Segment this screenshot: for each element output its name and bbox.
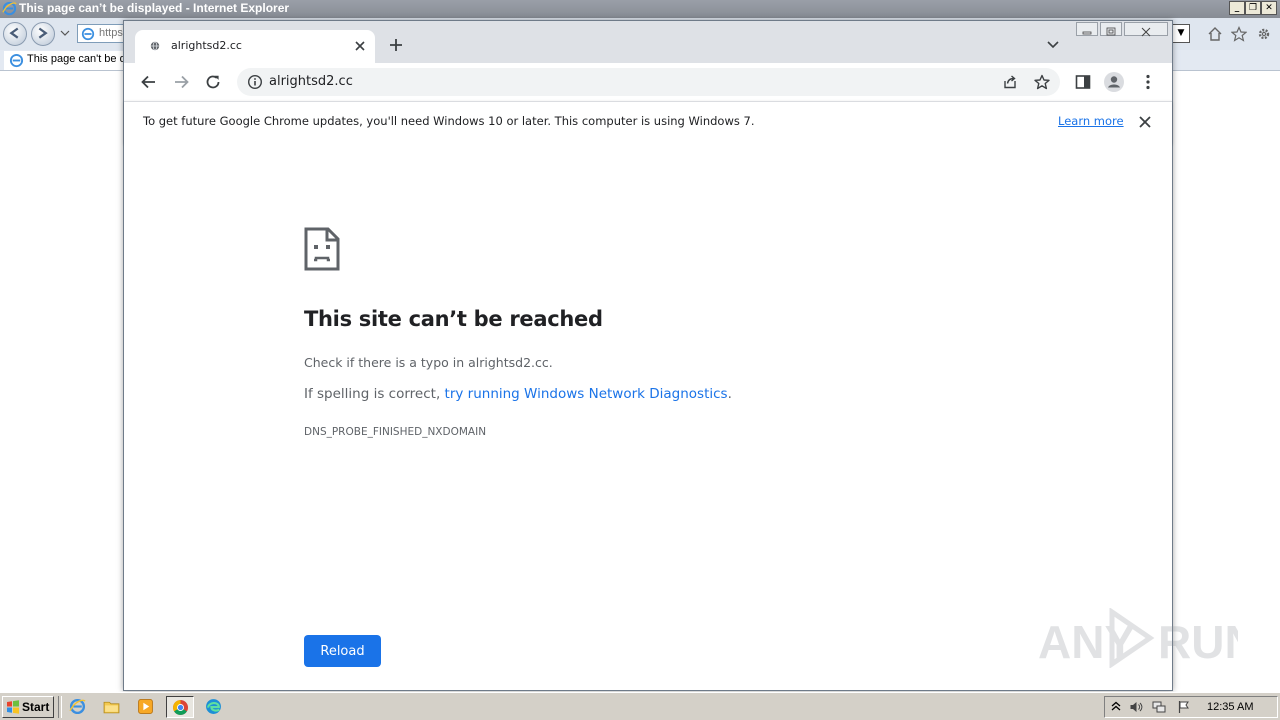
taskbar-separator xyxy=(58,696,62,718)
show-hidden-icons-icon[interactable] xyxy=(1109,700,1123,714)
error-diagnostics-hint: If spelling is correct, try running Wind… xyxy=(304,386,732,402)
media-player-icon xyxy=(138,699,153,714)
explorer-folder-icon xyxy=(103,701,120,714)
ie-logo-icon xyxy=(2,1,17,16)
close-icon[interactable] xyxy=(352,38,368,54)
taskbar-chrome-button[interactable] xyxy=(166,696,194,718)
ie-page-icon xyxy=(81,27,95,41)
network-icon[interactable] xyxy=(1152,700,1166,714)
chrome-toolbar: alrightsd2.cc xyxy=(124,63,1172,101)
start-label: Start xyxy=(22,700,50,714)
watermark-text-right: RUN xyxy=(1158,616,1238,668)
error-code: DNS_PROBE_FINISHED_NXDOMAIN xyxy=(304,426,487,438)
ie-restore-button[interactable]: ❐ xyxy=(1245,1,1261,15)
diagnostics-prefix: If spelling is correct, xyxy=(304,386,445,402)
error-title: This site can’t be reached xyxy=(304,307,603,331)
reload-button[interactable]: Reload xyxy=(304,635,381,667)
side-panel-icon[interactable] xyxy=(1074,73,1092,91)
taskbar: Start 12:35 AM xyxy=(0,692,1280,720)
ie-tools-gear-icon[interactable] xyxy=(1256,26,1272,42)
chrome-close-window-button[interactable] xyxy=(1124,22,1168,37)
ie-tab-favicon-icon xyxy=(9,53,24,68)
taskbar-explorer-button[interactable] xyxy=(98,696,126,718)
close-window-icon xyxy=(1141,27,1151,37)
omnibox[interactable]: alrightsd2.cc xyxy=(237,68,1060,96)
edge-icon xyxy=(206,699,221,714)
taskbar-media-player-button[interactable] xyxy=(132,696,160,718)
profile-avatar-icon[interactable] xyxy=(1103,71,1125,93)
diagnostics-suffix: . xyxy=(727,386,732,402)
back-arrow-icon[interactable] xyxy=(140,73,158,91)
chrome-minimize-button[interactable] xyxy=(1076,22,1098,36)
taskbar-ie-button[interactable] xyxy=(64,696,92,718)
tab-search-chevron-down-icon[interactable] xyxy=(1046,39,1060,51)
ie-home-icon[interactable] xyxy=(1207,26,1223,42)
more-menu-kebab-icon[interactable] xyxy=(1139,73,1157,91)
omnibox-url[interactable]: alrightsd2.cc xyxy=(269,74,353,89)
start-button[interactable]: Start xyxy=(2,696,54,718)
volume-icon[interactable] xyxy=(1129,700,1143,714)
ie-icon xyxy=(69,698,86,715)
new-tab-plus-icon[interactable] xyxy=(388,37,404,53)
ie-address-text: https xyxy=(99,27,123,39)
chrome-tabstrip: alrightsd2.cc xyxy=(124,21,1172,63)
forward-arrow-icon xyxy=(38,27,48,39)
globe-icon xyxy=(150,41,160,51)
chrome-tab-title: alrightsd2.cc xyxy=(171,39,242,52)
close-icon[interactable] xyxy=(1138,115,1152,129)
share-icon[interactable] xyxy=(1002,74,1018,90)
windows-flag-icon xyxy=(7,700,19,714)
reload-icon[interactable] xyxy=(204,73,222,91)
chrome-icon xyxy=(173,700,188,715)
ie-back-button[interactable] xyxy=(3,22,27,46)
site-info-icon[interactable] xyxy=(247,74,263,90)
bookmark-star-icon[interactable] xyxy=(1034,74,1050,90)
error-page: This site can’t be reached Check if ther… xyxy=(124,143,1172,690)
ie-address-dropdown-button[interactable]: ▼ xyxy=(1172,24,1190,43)
anyrun-watermark-logo: ANY RUN xyxy=(1038,608,1238,668)
minimize-icon xyxy=(1082,31,1092,35)
chrome-tab[interactable]: alrightsd2.cc xyxy=(135,30,375,63)
error-typo-hint: Check if there is a typo in alrightsd2.c… xyxy=(304,355,553,370)
forward-arrow-icon[interactable] xyxy=(172,73,190,91)
taskbar-edge-button[interactable] xyxy=(200,696,228,718)
restore-icon xyxy=(1106,27,1116,36)
ie-window-title: This page can’t be displayed - Internet … xyxy=(19,1,290,15)
update-infobar: To get future Google Chrome updates, you… xyxy=(124,101,1172,144)
ie-minimize-button[interactable]: _ xyxy=(1229,1,1245,15)
ie-tab-label: This page can't be d xyxy=(27,53,126,65)
sad-document-icon xyxy=(304,227,340,271)
ie-titlebar[interactable]: This page can’t be displayed - Internet … xyxy=(0,0,1280,18)
ie-forward-button[interactable] xyxy=(31,22,55,46)
system-tray: 12:35 AM xyxy=(1104,696,1278,718)
ie-favorites-star-icon[interactable] xyxy=(1231,26,1247,42)
chrome-restore-button[interactable] xyxy=(1100,22,1122,36)
learn-more-link[interactable]: Learn more xyxy=(1058,114,1124,128)
tray-clock[interactable]: 12:35 AM xyxy=(1207,701,1253,713)
chrome-window: alrightsd2.cc alrightsd2.cc To get futur… xyxy=(123,20,1173,691)
back-arrow-icon xyxy=(9,27,19,39)
infobar-message: To get future Google Chrome updates, you… xyxy=(143,114,755,128)
ie-close-button[interactable]: ✕ xyxy=(1261,1,1277,15)
action-center-flag-icon[interactable] xyxy=(1177,700,1191,714)
network-diagnostics-link[interactable]: try running Windows Network Diagnostics xyxy=(445,386,728,402)
ie-history-dropdown-icon[interactable] xyxy=(60,29,70,37)
